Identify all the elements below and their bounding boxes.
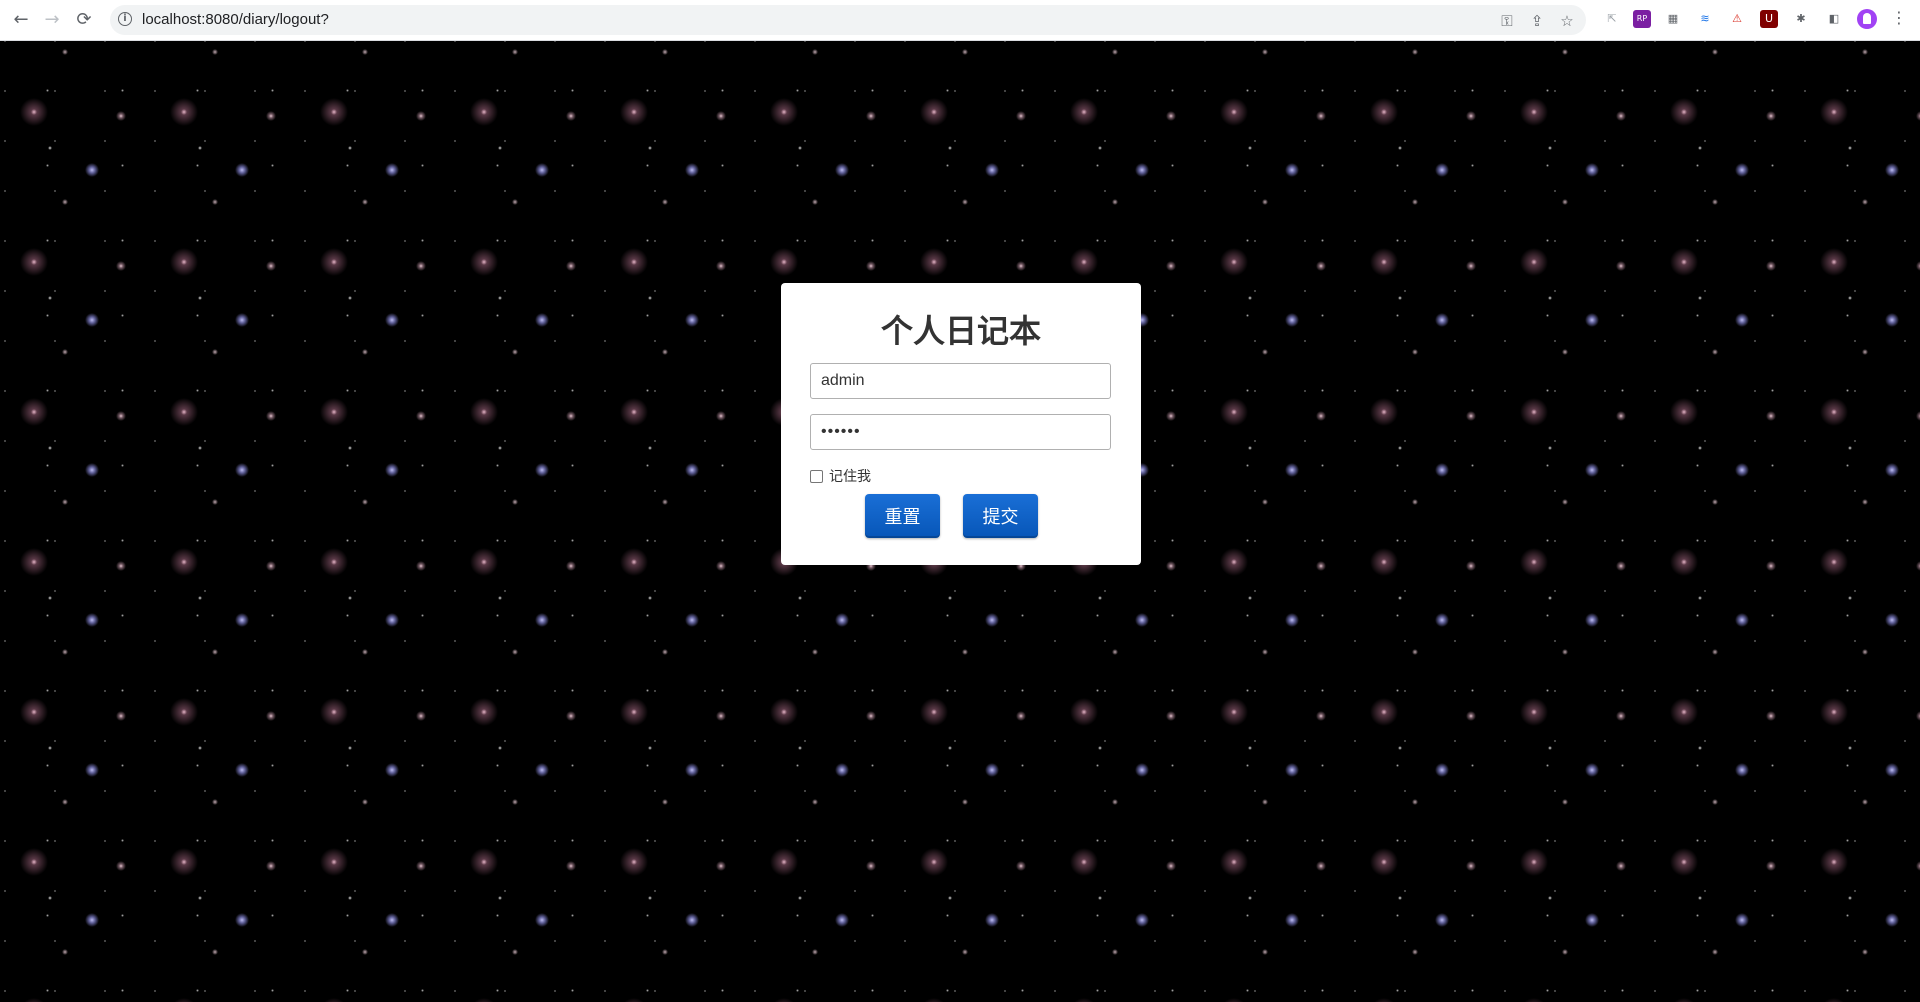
table-ext-icon[interactable]: ▦: [1664, 10, 1682, 28]
password-input[interactable]: [810, 414, 1111, 450]
kebab-menu-icon[interactable]: ⋮: [1890, 9, 1908, 27]
key-icon[interactable]: ⚿: [1498, 12, 1516, 30]
sidepanel-icon[interactable]: ◧: [1825, 10, 1843, 28]
username-input[interactable]: [810, 363, 1111, 399]
url-text[interactable]: localhost:8080/diary/logout?: [142, 11, 329, 28]
starfield-background: 个人日记本 记住我 重置 提交: [0, 41, 1920, 1002]
remember-me-checkbox[interactable]: [810, 469, 823, 483]
share-icon[interactable]: ⇪: [1528, 12, 1546, 30]
remember-me[interactable]: 记住我: [810, 466, 871, 486]
address-bar[interactable]: i localhost:8080/diary/logout? ⚿ ⇪ ☆: [110, 5, 1586, 35]
browser-toolbar: ← → ⟳ i localhost:8080/diary/logout? ⚿ ⇪…: [0, 0, 1920, 41]
submit-button[interactable]: 提交: [963, 494, 1038, 538]
layers-ext-icon[interactable]: ≋: [1696, 10, 1714, 28]
puzzle-icon[interactable]: ✱: [1792, 10, 1810, 28]
remember-me-label: 记住我: [829, 468, 871, 484]
reset-button[interactable]: 重置: [865, 494, 940, 538]
bookmark-star-icon[interactable]: ☆: [1558, 12, 1576, 30]
ublock-ext-icon[interactable]: U: [1760, 10, 1778, 28]
back-arrow-icon[interactable]: ←: [9, 8, 33, 32]
cursor-ext-icon[interactable]: ⇱: [1603, 10, 1621, 28]
reload-icon[interactable]: ⟳: [72, 8, 96, 32]
login-card: 个人日记本 记住我 重置 提交: [781, 283, 1141, 565]
page-title: 个人日记本: [880, 313, 1041, 349]
rp-ext-icon[interactable]: RP: [1633, 10, 1651, 28]
site-info-icon[interactable]: i: [118, 12, 132, 26]
alert-ext-icon[interactable]: ⚠: [1728, 10, 1746, 28]
forward-arrow-icon[interactable]: →: [40, 8, 64, 32]
profile-avatar[interactable]: [1857, 9, 1877, 29]
